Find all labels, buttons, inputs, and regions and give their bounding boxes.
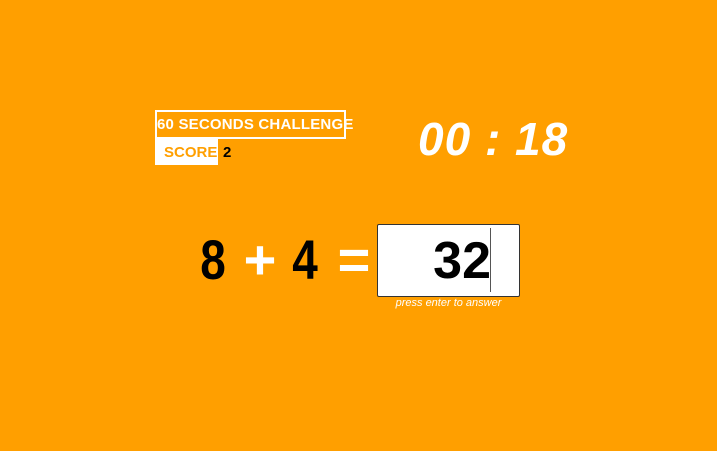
score-row: SCORE 2 [155, 139, 346, 165]
game-title: 60 SECONDS CHALLENGE [155, 110, 353, 139]
operand-b: 4 [292, 228, 318, 291]
equation: 8 + 4 = [196, 228, 372, 292]
text-caret [490, 228, 491, 292]
score-value: 2 [223, 143, 232, 161]
score-label: SCORE [155, 139, 218, 165]
operator-sign: + [243, 228, 277, 291]
countdown-timer: 00 : 18 [418, 113, 569, 165]
answer-hint: press enter to answer [395, 297, 502, 309]
equals-sign: = [337, 228, 371, 291]
game-header: 60 SECONDS CHALLENGE SCORE 2 [155, 110, 353, 165]
answer-input[interactable] [377, 224, 520, 297]
operand-a: 8 [200, 228, 226, 291]
